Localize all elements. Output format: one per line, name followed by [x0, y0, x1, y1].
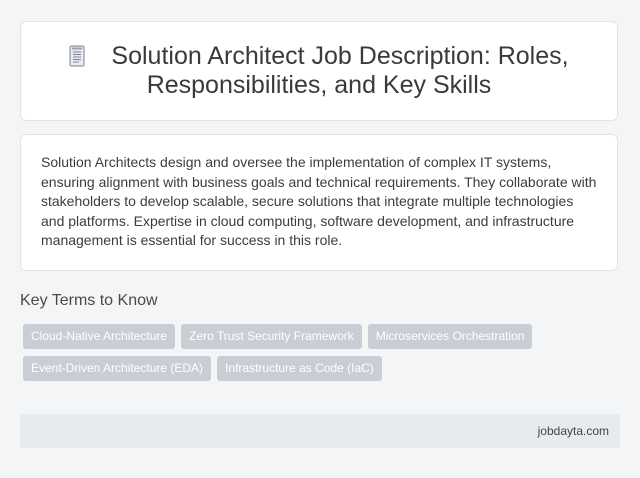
footer-site-link[interactable]: jobdayta.com — [538, 424, 609, 438]
page-title: Solution Architect Job Description: Role… — [111, 42, 569, 99]
page-title-wrap: Solution Architect Job Description: Role… — [41, 42, 597, 100]
tag-cloud-native-architecture[interactable]: Cloud-Native Architecture — [23, 324, 176, 349]
tag-infrastructure-as-code[interactable]: Infrastructure as Code (IaC) — [217, 356, 382, 381]
key-terms-heading: Key Terms to Know — [20, 292, 158, 309]
tag-zero-trust-security-framework[interactable]: Zero Trust Security Framework — [181, 324, 362, 349]
tag-microservices-orchestration[interactable]: Microservices Orchestration — [367, 324, 533, 349]
title-card: Solution Architect Job Description: Role… — [20, 21, 618, 121]
key-terms-tag-list: Cloud-Native Architecture Zero Trust Sec… — [23, 324, 583, 388]
footer: jobdayta.com — [20, 414, 620, 448]
intro-paragraph: Solution Architects design and oversee t… — [41, 154, 597, 248]
intro-card: Solution Architects design and oversee t… — [20, 134, 618, 271]
document-icon — [69, 45, 86, 67]
tag-event-driven-architecture[interactable]: Event-Driven Architecture (EDA) — [23, 356, 212, 381]
